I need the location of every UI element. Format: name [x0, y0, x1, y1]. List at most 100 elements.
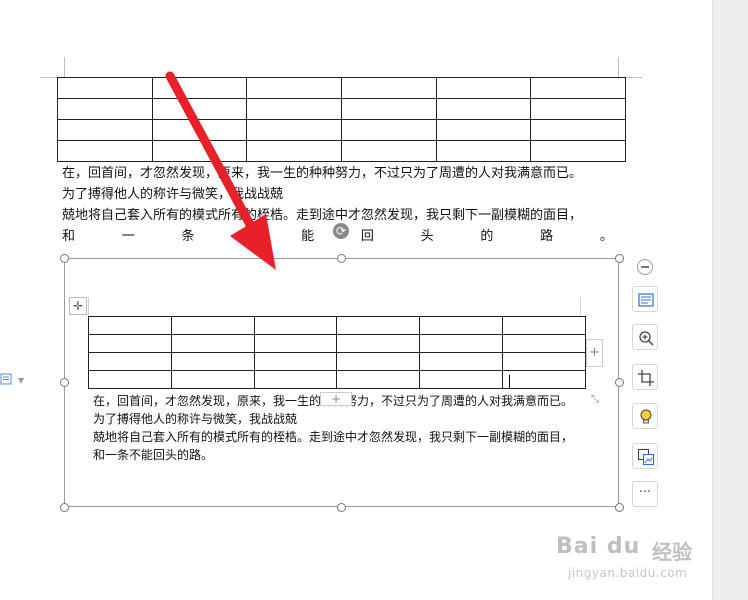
resize-handle-bottom-left[interactable]	[60, 503, 69, 512]
image-table-cell[interactable]	[170, 334, 255, 353]
table-cell[interactable]	[246, 119, 342, 141]
document-icon[interactable]	[0, 372, 14, 386]
table-cell[interactable]	[151, 140, 248, 162]
more-options-button[interactable]: ···	[632, 481, 658, 507]
image-margin-mark-left	[88, 297, 89, 316]
image-table-cell[interactable]	[253, 370, 338, 389]
image-table-cell[interactable]	[88, 370, 172, 389]
image-table-cell[interactable]	[502, 370, 586, 389]
chevron-down-icon[interactable]: ▼	[18, 376, 24, 385]
image-table-cell[interactable]	[88, 352, 172, 371]
image-line-4: 和一条不能回头的路。	[93, 448, 214, 462]
image-table-cell[interactable]	[336, 370, 421, 389]
image-table-cell[interactable]	[419, 334, 504, 353]
image-table-cell[interactable]	[502, 316, 586, 335]
crop-image-button[interactable]	[632, 364, 658, 390]
table-cell[interactable]	[530, 140, 626, 162]
text-caret	[509, 375, 510, 389]
table-move-icon[interactable]: ✛	[69, 297, 87, 315]
justified-char: 回	[360, 229, 374, 244]
image-table-cell[interactable]	[170, 370, 255, 389]
lightbulb-icon	[640, 409, 652, 424]
resize-handle-top-middle[interactable]	[337, 254, 346, 263]
justified-char: 的	[480, 229, 494, 244]
image-table-cell[interactable]	[253, 334, 338, 353]
image-table-cell[interactable]	[170, 316, 255, 335]
layout-options-button[interactable]	[632, 286, 658, 312]
resize-handle-top-left[interactable]	[60, 254, 69, 263]
resize-handle-middle-left[interactable]	[60, 378, 69, 387]
image-table-cell[interactable]	[88, 316, 172, 335]
paragraph-line-2: 为了搏得他人的称许与微笑，我战战兢	[62, 187, 284, 202]
image-table-cell[interactable]	[419, 370, 504, 389]
image-line-2: 为了搏得他人的称许与微笑，我战战兢	[93, 412, 298, 426]
table-cell[interactable]	[435, 119, 532, 141]
table-cell[interactable]	[530, 119, 626, 141]
table-cell[interactable]	[57, 140, 153, 162]
image-table-cell[interactable]	[170, 352, 255, 371]
table-cell[interactable]	[435, 77, 532, 99]
image-table-cell[interactable]	[502, 334, 586, 353]
table-cell[interactable]	[246, 98, 342, 120]
document-table[interactable]	[57, 77, 626, 162]
table-cell[interactable]	[151, 77, 248, 99]
justified-char: 能	[301, 229, 315, 244]
table-cell[interactable]	[530, 77, 626, 99]
resize-handle-middle-right[interactable]	[615, 378, 624, 387]
image-table-cell[interactable]	[336, 352, 421, 371]
image-table-cell[interactable]	[419, 316, 504, 335]
more-icon: ···	[638, 485, 652, 500]
table-row	[88, 352, 586, 371]
table-cell[interactable]	[57, 77, 153, 99]
table-cell[interactable]	[57, 119, 153, 141]
image-margin-mark-right	[580, 297, 581, 316]
image-table	[88, 316, 586, 389]
collapse-toolbar-icon[interactable]	[637, 259, 653, 275]
table-cell[interactable]	[57, 98, 153, 120]
table-resize-icon[interactable]: ⤡	[588, 393, 602, 407]
justified-char: 不	[241, 229, 255, 244]
table-cell[interactable]	[340, 77, 437, 99]
image-table-cell[interactable]	[419, 352, 504, 371]
image-table-cell[interactable]	[336, 334, 421, 353]
image-tips-button[interactable]	[632, 403, 658, 429]
justified-char: 头	[420, 229, 434, 244]
image-replace-icon	[637, 448, 655, 466]
rotate-handle-icon[interactable]: ⟳	[333, 223, 349, 239]
paragraph-line-1: 在，回首间，才忽然发现，原来，我一生的种种努力，不过只为了周遭的人对我满意而已。	[62, 166, 583, 181]
zoom-image-button[interactable]	[632, 324, 658, 350]
replace-image-button[interactable]	[632, 443, 658, 469]
table-cell[interactable]	[340, 98, 437, 120]
margin-mark-top-left	[64, 57, 65, 77]
add-column-button[interactable]: +	[586, 339, 603, 367]
crop-icon	[638, 370, 654, 386]
resize-handle-bottom-middle[interactable]	[337, 503, 346, 512]
image-table-cell[interactable]	[88, 334, 172, 353]
table-cell[interactable]	[246, 77, 342, 99]
table-cell[interactable]	[340, 119, 437, 141]
image-table-cell[interactable]	[502, 352, 586, 371]
table-row	[88, 334, 586, 353]
table-row	[57, 77, 626, 99]
table-row	[57, 98, 626, 120]
justified-char: 条	[181, 229, 195, 244]
add-row-button[interactable]: +	[320, 392, 352, 406]
resize-handle-top-right[interactable]	[615, 254, 624, 263]
watermark-brand-cn: 经验	[652, 540, 692, 564]
watermark-brand: Bai du	[556, 534, 641, 559]
table-cell[interactable]	[435, 98, 532, 120]
table-cell[interactable]	[340, 140, 437, 162]
table-cell[interactable]	[530, 98, 626, 120]
table-cell[interactable]	[151, 119, 248, 141]
watermark-url: jingyan.baidu.com	[568, 566, 688, 580]
table-cell[interactable]	[151, 98, 248, 120]
image-table-cell[interactable]	[253, 352, 338, 371]
table-row	[57, 119, 626, 141]
table-cell[interactable]	[435, 140, 532, 162]
table-cell[interactable]	[246, 140, 342, 162]
image-table-cell[interactable]	[253, 316, 338, 335]
resize-handle-bottom-right[interactable]	[615, 503, 624, 512]
justified-char: 路	[540, 229, 554, 244]
paragraph-line-3: 兢地将自己套入所有的模式所有的桎梏。走到途中才忽然发现，我只剩下一副模糊的面目，	[62, 208, 583, 223]
image-table-cell[interactable]	[336, 316, 421, 335]
